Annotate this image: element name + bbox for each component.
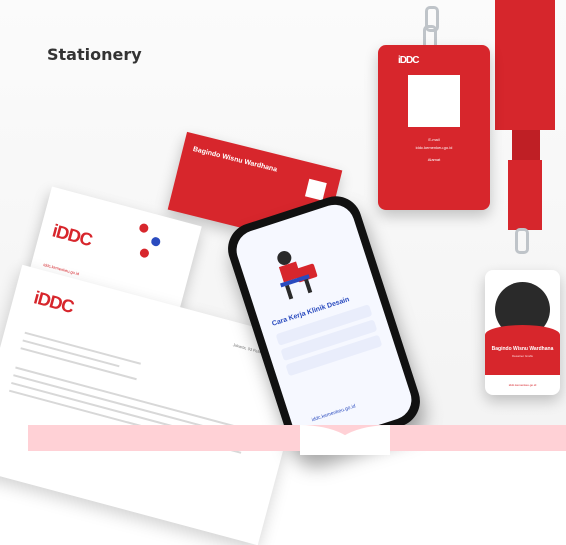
qr-code-icon: [304, 178, 327, 201]
text-line: [24, 331, 141, 365]
lanyard-strap: [508, 160, 542, 230]
id-card-email: iddc.kemenkeu.go.id: [415, 145, 453, 150]
lanyard-clip: [515, 228, 529, 254]
page-title: Stationery: [47, 45, 142, 64]
id-card-label: Alamat: [427, 157, 441, 162]
decor-shape: [150, 236, 162, 248]
id-card-back: iDDC E-mail iddc.kemenkeu.go.id Alamat: [378, 45, 490, 210]
qr-code-icon: [408, 75, 460, 127]
logo: iDDC: [31, 287, 76, 317]
id-card-label: E-mail: [428, 137, 440, 142]
lanyard-strap: [495, 0, 555, 130]
business-card-name: Bagindo Wisnu Wardhana: [192, 145, 278, 174]
id-card-role: Desainer Grafis: [512, 354, 533, 358]
id-card-name: Bagindo Wisnu Wardhana: [491, 346, 554, 352]
mockup-scene: Stationery Bagindo Wisnu Wardhana iDDC i…: [0, 0, 566, 545]
id-card-front: Bagindo Wisnu Wardhana Desainer Grafis i…: [485, 270, 560, 395]
lanyard-buckle: [512, 130, 540, 160]
text-line: [20, 347, 137, 381]
id-card-url: iddc.kemenkeu.go.id: [508, 383, 537, 387]
logo: iDDC: [398, 55, 419, 66]
logo: iDDC: [50, 220, 94, 251]
decor-shape: [138, 247, 150, 259]
illustration-icon: [277, 250, 318, 300]
decor-band: [28, 425, 566, 451]
decor-shape: [138, 222, 150, 234]
phone-url: iddc.kemenkeu.go.id: [310, 403, 357, 424]
